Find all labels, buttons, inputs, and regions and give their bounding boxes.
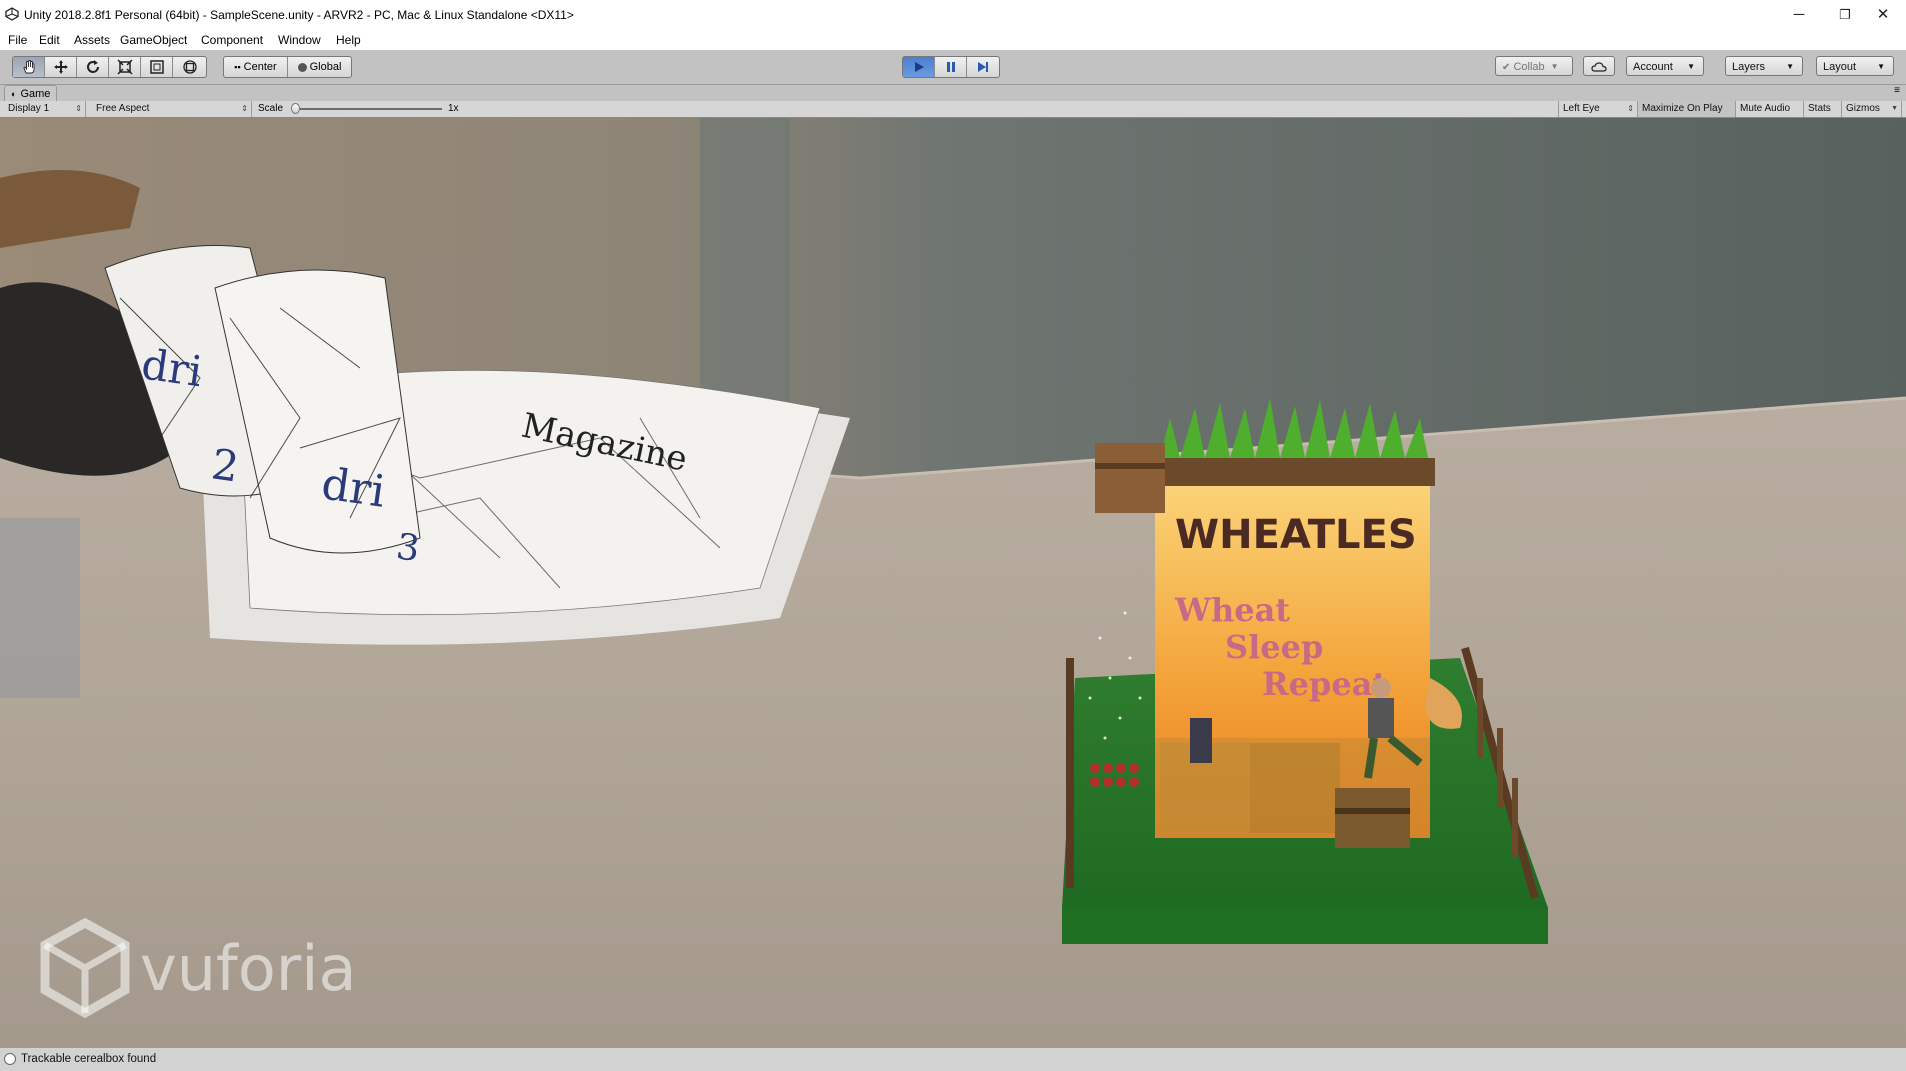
mute-audio-label: Mute Audio <box>1740 103 1791 114</box>
status-message: Trackable cerealbox found <box>21 1053 157 1065</box>
cup-text-3: dri <box>318 458 388 517</box>
layout-dropdown[interactable]: Layout ▼ <box>1816 56 1894 76</box>
info-icon <box>4 1053 16 1065</box>
display-label: Display 1 <box>8 103 50 114</box>
menu-file[interactable]: File <box>8 33 27 47</box>
stats-toggle[interactable]: Stats <box>1804 101 1842 117</box>
hand-icon <box>23 60 34 74</box>
pivot-rotation-label: Global <box>309 61 342 73</box>
close-button[interactable]: ✕ <box>1860 0 1906 30</box>
tagline-2: Sleep <box>1225 628 1323 666</box>
vuforia-watermark: vuforia <box>40 918 420 1028</box>
play-controls <box>902 56 1000 78</box>
layout-label: Layout <box>1823 61 1857 73</box>
scale-value: 1x <box>448 103 459 114</box>
dropdown-arrow-icon: ▼ <box>1550 62 1559 72</box>
cloud-icon <box>1591 62 1607 72</box>
layers-dropdown[interactable]: Layers ▼ <box>1725 56 1803 76</box>
scale-slider-thumb[interactable] <box>291 103 300 114</box>
dropdown-arrow-icon: ▼ <box>1786 62 1794 71</box>
display-dropdown[interactable]: Display 1 ⇕ <box>4 101 86 117</box>
play-icon <box>914 62 924 72</box>
dropdown-arrow-icon: ▼ <box>1877 62 1885 71</box>
game-view-toolbar: Display 1 ⇕ Free Aspect ⇕ Scale 1x Left Ey… <box>0 101 1906 118</box>
scale-icon <box>116 59 133 75</box>
stats-label: Stats <box>1808 103 1831 114</box>
menu-bar: File Edit Assets GameObject Component Wi… <box>0 30 1906 50</box>
rect-icon <box>149 60 164 74</box>
vuforia-logo-icon: vuforia <box>40 918 356 1019</box>
menu-help[interactable]: Help <box>336 33 361 47</box>
gizmos-dropdown[interactable]: Gizmos ▼ <box>1842 101 1902 117</box>
hand-tool-button[interactable] <box>13 57 45 77</box>
pivot-center-icon: ▪▪ <box>234 62 241 72</box>
scale-slider-track[interactable] <box>296 108 442 110</box>
menu-edit[interactable]: Edit <box>39 33 60 47</box>
pause-button[interactable] <box>935 57 967 77</box>
menu-assets[interactable]: Assets <box>74 33 110 47</box>
window-title: Unity 2018.2.8f1 Personal (64bit) - Samp… <box>24 8 574 22</box>
pivot-mode-label: Center <box>243 61 277 73</box>
vuforia-text: vuforia <box>140 932 356 1005</box>
layers-label: Layers <box>1732 61 1766 73</box>
rotate-tool-button[interactable] <box>77 57 109 77</box>
check-icon: ✔ <box>1502 62 1511 73</box>
account-dropdown[interactable]: Account ▼ <box>1626 56 1704 76</box>
play-button[interactable] <box>903 57 935 77</box>
spinner-arrows-icon: ⇕ <box>75 104 82 113</box>
move-icon <box>53 60 68 74</box>
pivot-rotation-button[interactable]: Global <box>288 57 351 77</box>
rect-tool-button[interactable] <box>141 57 173 77</box>
maximize-on-play-toggle[interactable]: Maximize On Play <box>1638 101 1736 117</box>
step-icon <box>978 62 988 72</box>
gizmos-label: Gizmos <box>1846 103 1880 114</box>
rotate-icon <box>86 60 99 73</box>
cup-text-1: dri <box>139 339 206 396</box>
collab-dropdown[interactable]: ✔ Collab ▼ <box>1495 56 1573 76</box>
scale-label: Scale <box>258 103 284 114</box>
tab-game-label: Game <box>20 88 51 100</box>
tagline-1: Wheat <box>1174 591 1290 629</box>
tab-menu-icon[interactable]: ≡ <box>1894 85 1900 96</box>
globe-icon <box>297 62 307 72</box>
menu-component[interactable]: Component <box>201 33 263 47</box>
aspect-label: Free Aspect <box>96 103 150 114</box>
cereal-brand: WHEATLES <box>1175 512 1417 558</box>
pause-icon <box>946 62 955 72</box>
spinner-arrows-icon: ⇕ <box>1627 104 1634 113</box>
spinner-arrows-icon: ⇕ <box>241 104 248 113</box>
tab-game[interactable]: ◐ Game <box>4 85 58 102</box>
game-controller-icon: ◐ <box>11 89 17 99</box>
move-tool-button[interactable] <box>45 57 77 77</box>
mute-audio-toggle[interactable]: Mute Audio <box>1736 101 1804 117</box>
transform-tool-button[interactable] <box>173 57 206 77</box>
maximize-on-play-label: Maximize On Play <box>1642 103 1723 114</box>
eye-dropdown[interactable]: Left Eye ⇕ <box>1558 101 1638 117</box>
menu-gameobject[interactable]: GameObject <box>120 33 187 47</box>
dropdown-arrow-icon: ▼ <box>1687 62 1695 71</box>
game-viewport[interactable]: Magazine dri 2 dri 3 WHEATLES Wheat Slee… <box>0 118 1906 1047</box>
tagline-3: Repeat <box>1262 665 1387 703</box>
eye-label: Left Eye <box>1563 103 1600 114</box>
step-button[interactable] <box>967 57 999 77</box>
unity-logo-icon <box>5 7 19 21</box>
menu-window[interactable]: Window <box>278 33 321 47</box>
collab-label: Collab <box>1513 61 1545 73</box>
title-bar: Unity 2018.2.8f1 Personal (64bit) - Samp… <box>0 0 1906 31</box>
scale-tool-button[interactable] <box>109 57 141 77</box>
pivot-mode-button[interactable]: ▪▪ Center <box>224 57 288 77</box>
transform-icon <box>182 60 197 74</box>
dropdown-arrow-icon: ▼ <box>1891 105 1898 112</box>
main-toolbar: ▪▪ Center Global ✔ Collab ▼ Account ▼ Layer… <box>0 50 1906 85</box>
transform-tools <box>12 56 207 78</box>
pivot-controls: ▪▪ Center Global <box>223 56 352 78</box>
aspect-dropdown[interactable]: Free Aspect ⇕ <box>92 101 252 117</box>
status-bar[interactable]: Trackable cerealbox found <box>0 1047 1906 1071</box>
tab-row: ◐ Game ≡ <box>0 85 1906 102</box>
camera-feed: Magazine dri 2 dri 3 WHEATLES Wheat Slee… <box>0 118 1906 1047</box>
minimize-button[interactable]: ─ <box>1776 0 1822 30</box>
account-label: Account <box>1633 61 1673 73</box>
cloud-button[interactable] <box>1583 56 1615 76</box>
